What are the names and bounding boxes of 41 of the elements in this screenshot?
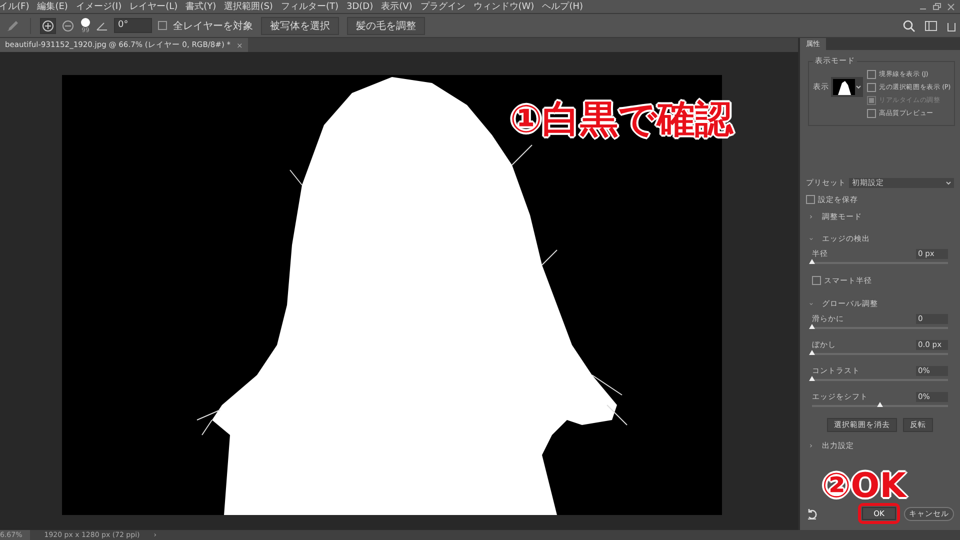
- toolbar-button[interactable]: 髪の毛を調整: [347, 16, 425, 34]
- checkbox[interactable]: [812, 276, 821, 285]
- checkbox[interactable]: [867, 109, 876, 118]
- checkbox[interactable]: [867, 70, 876, 79]
- menu-item[interactable]: イメージ(I): [76, 0, 122, 12]
- restore-icon[interactable]: [932, 2, 942, 10]
- menu-item[interactable]: フィルター(T): [280, 0, 338, 12]
- menu-item[interactable]: 書式(Y): [186, 0, 216, 12]
- menu-item[interactable]: 選択範囲(S): [224, 0, 273, 12]
- menu-item[interactable]: プラグイン: [420, 0, 466, 12]
- subtract-brush-icon[interactable]: [61, 18, 75, 32]
- menu-item[interactable]: 3D(D): [346, 0, 374, 12]
- menu-item[interactable]: イル(F): [0, 0, 30, 12]
- toolbar-button[interactable]: 被写体を選択: [261, 16, 339, 34]
- checkbox[interactable]: [158, 21, 167, 30]
- angle-icon: [96, 20, 108, 30]
- menu-item[interactable]: レイヤー(L): [130, 0, 178, 12]
- close-icon[interactable]: [946, 2, 956, 10]
- caret-icon: [856, 85, 861, 89]
- caret-icon: [946, 181, 951, 185]
- slider-thumb[interactable]: [877, 402, 883, 407]
- slider-thumb[interactable]: [809, 350, 815, 355]
- checkbox[interactable]: [806, 195, 815, 204]
- slider-thumb[interactable]: [809, 259, 815, 264]
- checkbox-label: 全レイヤーを対象: [173, 20, 253, 32]
- search-icon[interactable]: [902, 18, 916, 32]
- workspace-icon[interactable]: [924, 20, 938, 32]
- menu-item[interactable]: 表示(V): [381, 0, 412, 12]
- menu-item[interactable]: ウィンドウ(W): [473, 0, 534, 12]
- view-mode-dropdown[interactable]: [831, 77, 863, 97]
- menu-item[interactable]: ヘルプ(H): [542, 0, 583, 12]
- slider-thumb[interactable]: [809, 376, 815, 381]
- angle-field[interactable]: 0°: [114, 18, 152, 33]
- slider-thumb[interactable]: [809, 324, 815, 329]
- checkbox[interactable]: [867, 83, 876, 92]
- annotation-text: ②OK: [822, 466, 906, 506]
- annotation-text: ①白黒で確認: [510, 96, 734, 143]
- menu-item[interactable]: 編集(E): [37, 0, 68, 12]
- add-brush-icon[interactable]: [41, 18, 55, 32]
- brush-preview-icon[interactable]: [81, 18, 90, 26]
- reset-icon[interactable]: [806, 508, 818, 520]
